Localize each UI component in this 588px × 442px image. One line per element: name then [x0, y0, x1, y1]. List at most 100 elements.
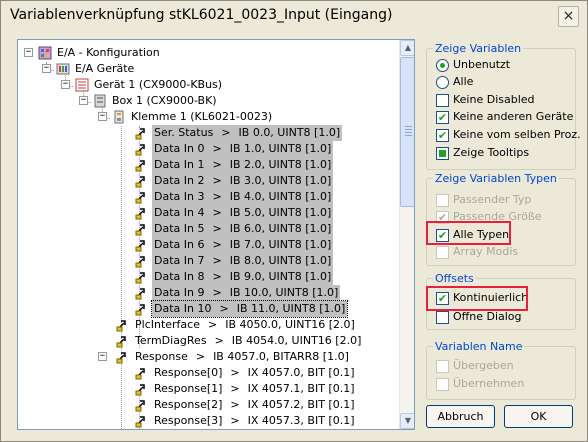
tree-row-variable[interactable]: Data In 9 > IB 10.0, UINT8 [1.0]: [18, 285, 398, 301]
title-bar: Variablenverknüpfung stKL6021_0023_Input…: [1, 1, 587, 33]
variable-address: IB 9.0, UINT8 [1.0]: [229, 270, 332, 283]
checkbox[interactable]: [436, 94, 449, 107]
collapse-icon[interactable]: −: [42, 64, 51, 73]
radio-button-checked[interactable]: [436, 59, 449, 72]
close-button[interactable]: ×: [558, 6, 579, 27]
variable-name: Data In 9: [154, 286, 205, 299]
tree-row-variable[interactable]: Data In 6 > IB 7.0, UINT8 [1.0]: [18, 237, 398, 253]
collapse-icon[interactable]: −: [24, 48, 33, 57]
radio-button[interactable]: [436, 76, 449, 89]
scroll-up-button[interactable]: ▲: [400, 40, 414, 56]
variable-address: IX 4057.1, BIT [0.1]: [247, 382, 355, 395]
variable-address: IB 2.0, UINT8 [1.0]: [229, 158, 332, 171]
input-variable-icon: [135, 144, 145, 156]
scroll-down-icon: ▼: [404, 416, 412, 425]
variable-name-group: Variablen Name Übergeben Übernehmen: [426, 340, 576, 400]
input-variable-icon: [135, 160, 145, 172]
checkbox[interactable]: [436, 311, 449, 324]
checkbox-disabled: [436, 194, 449, 207]
collapse-icon[interactable]: −: [98, 112, 107, 121]
input-variable-icon: [135, 176, 145, 188]
variable-name: Response: [135, 350, 188, 363]
link-arrow: >: [195, 350, 206, 363]
variable-address: IX 4057.0, BIT [0.1]: [247, 366, 355, 379]
group-title: Zeige Variablen Typen: [433, 172, 559, 185]
link-arrow: >: [212, 270, 222, 283]
link-arrow: >: [208, 318, 218, 331]
ok-button[interactable]: OK: [504, 405, 573, 428]
input-variable-icon: [135, 240, 145, 252]
link-arrow: >: [212, 238, 222, 251]
tree-label: E/A - Konfiguration: [57, 46, 160, 59]
variable-address: IX 4057.3, BIT [0.1]: [247, 414, 355, 427]
group-title: Variablen Name: [433, 340, 525, 353]
link-arrow: >: [212, 254, 222, 267]
variable-address: IB 0.0, UINT8 [1.0]: [238, 126, 341, 139]
collapse-icon[interactable]: −: [61, 80, 70, 89]
tree-row-variable[interactable]: Data In 0 > IB 1.0, UINT8 [1.0]: [18, 141, 398, 157]
tree-row-variable[interactable]: Data In 5 > IB 6.0, UINT8 [1.0]: [18, 221, 398, 237]
variable-name: Data In 2: [154, 174, 205, 187]
tree-row-variable[interactable]: Data In 8 > IB 9.0, UINT8 [1.0]: [18, 269, 398, 285]
input-variable-icon: [135, 368, 145, 380]
tree-row-terminal-1[interactable]: − Klemme 1 (KL6021-0023): [18, 109, 398, 125]
variable-name: Data In 8: [154, 270, 205, 283]
tree-row-variable[interactable]: Response[1] > IX 4057.1, BIT [0.1]: [18, 381, 398, 397]
tree-row-io-config[interactable]: − E/A - Konfiguration: [18, 45, 398, 61]
variable-name: Response[3]: [154, 414, 223, 427]
input-variable-icon: [135, 400, 145, 412]
tree-label: Gerät 1 (CX9000-KBus): [94, 78, 223, 91]
tree-row-device-1[interactable]: − Gerät 1 (CX9000-KBus): [18, 77, 398, 93]
input-variable-icon: [116, 336, 126, 348]
link-arrow: >: [212, 206, 222, 219]
tree-row-variable[interactable]: PlcInterface > IB 4050.0, UINT16 [2.0]: [18, 317, 398, 333]
collapse-icon[interactable]: −: [79, 96, 88, 105]
link-arrow: >: [230, 414, 240, 427]
tree-row-variable[interactable]: Response[2] > IX 4057.2, BIT [0.1]: [18, 397, 398, 413]
link-arrow: >: [212, 142, 222, 155]
variable-address: IB 6.0, UINT8 [1.0]: [229, 222, 332, 235]
checkbox-disabled: [436, 246, 449, 259]
variable-name: Data In 0: [154, 142, 205, 155]
tree-row-variable[interactable]: Data In 7 > IB 8.0, UINT8 [1.0]: [18, 253, 398, 269]
variable-name: Data In 5: [154, 222, 205, 235]
tree-row-variable[interactable]: Data In 4 > IB 5.0, UINT8 [1.0]: [18, 205, 398, 221]
variable-name: Data In 1: [154, 158, 205, 171]
variable-name: Response[1]: [154, 382, 223, 395]
input-variable-icon: [135, 208, 145, 220]
variable-address: IB 4050.0, UINT16 [2.0]: [225, 318, 355, 331]
tree-row-variable[interactable]: Ser. Status > IB 0.0, UINT8 [1.0]: [18, 125, 398, 141]
vertical-scrollbar[interactable]: ▲ ▼: [399, 40, 414, 429]
tree-row-variable[interactable]: Response[3] > IX 4057.3, BIT [0.1]: [18, 413, 398, 429]
variable-address: IB 4054.0, UINT16 [2.0]: [231, 334, 362, 347]
variable-tree[interactable]: − E/A - Konfiguration − E/A Geräte − Ger…: [17, 39, 415, 430]
group-title: Zeige Variablen: [433, 42, 524, 55]
tree-row-variable[interactable]: Data In 3 > IB 4.0, UINT8 [1.0]: [18, 189, 398, 205]
checkbox-indeterminate[interactable]: [436, 147, 449, 160]
variable-address: IX 4057.2, BIT [0.1]: [247, 398, 355, 411]
tree-row-variable[interactable]: TermDiagRes > IB 4054.0, UINT16 [2.0]: [18, 333, 398, 349]
tree-row-variable[interactable]: Response[0] > IX 4057.0, BIT [0.1]: [18, 365, 398, 381]
tree-row-variable[interactable]: Data In 2 > IB 3.0, UINT8 [1.0]: [18, 173, 398, 189]
tree-row-variable-focused[interactable]: Data In 10 > IB 11.0, UINT8 [1.0]: [18, 300, 398, 318]
tree-row-box-1[interactable]: − Box 1 (CX9000-BK): [18, 93, 398, 109]
link-arrow: >: [214, 334, 224, 347]
checkbox-checked[interactable]: ✔: [436, 129, 449, 142]
group-title: Offsets: [433, 272, 476, 285]
variable-address: IB 1.0, UINT8 [1.0]: [229, 142, 332, 155]
input-variable-icon: [135, 272, 145, 284]
tree-row-io-devices[interactable]: − E/A Geräte: [18, 61, 398, 77]
input-variable-icon: [135, 224, 145, 236]
variable-address: IB 4057.0, BITARR8 [1.0]: [213, 350, 349, 363]
scroll-down-button[interactable]: ▼: [400, 413, 414, 429]
tree-row-variable[interactable]: Data In 1 > IB 2.0, UINT8 [1.0]: [18, 157, 398, 173]
collapse-icon[interactable]: −: [98, 352, 107, 361]
variable-name: Data In 3: [154, 190, 205, 203]
scrollbar-thumb[interactable]: [400, 57, 414, 207]
terminal-icon: [114, 110, 124, 124]
checkbox-checked[interactable]: ✔: [436, 111, 449, 124]
variable-name: Data In 4: [154, 206, 205, 219]
input-variable-icon: [135, 384, 145, 396]
cancel-button[interactable]: Abbruch: [426, 405, 495, 428]
tree-row-response[interactable]: − Response > IB 4057.0, BITARR8 [1.0]: [18, 349, 398, 365]
